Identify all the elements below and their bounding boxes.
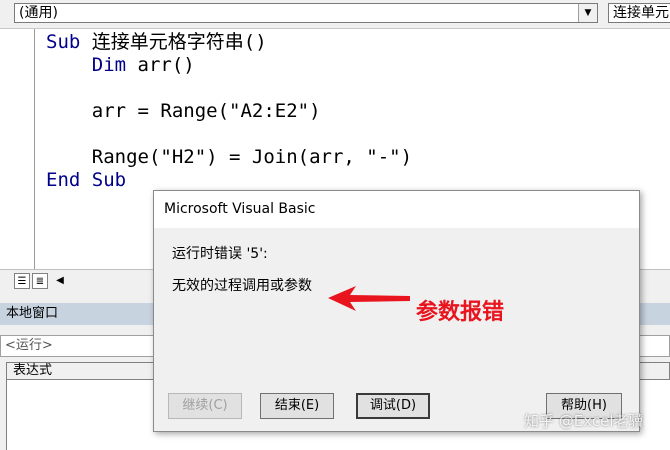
keyword: Sub <box>46 31 81 53</box>
code-window-toolbar: (通用) ▼ 连接单元 <box>0 0 670 29</box>
code-line: 连接单元格字符串() <box>80 31 267 53</box>
annotation-arrow-icon <box>328 286 410 311</box>
end-button[interactable]: 结束(E) <box>260 393 334 419</box>
full-module-view-icon[interactable]: ≣ <box>32 273 48 289</box>
annotation-label: 参数报错 <box>416 300 505 325</box>
object-combo-value: (通用) <box>19 5 58 21</box>
code-line: arr = Range("A2:E2") <box>91 100 321 122</box>
procedure-combo-value: 连接单元 <box>613 5 669 21</box>
procedure-combo[interactable]: 连接单元 <box>608 3 670 23</box>
scroll-left-icon[interactable]: ◀ <box>52 273 68 289</box>
procedure-view-icon[interactable]: ☰ <box>14 273 30 289</box>
code-text[interactable]: Sub 连接单元格字符串() Dim arr() arr = Range("A2… <box>46 31 412 192</box>
debug-button[interactable]: 调试(D) <box>356 393 430 419</box>
dialog-title: Microsoft Visual Basic <box>154 191 639 228</box>
error-code-text: 运行时错误 '5': <box>172 246 268 262</box>
chevron-down-icon[interactable]: ▼ <box>578 4 597 22</box>
code-line: arr() <box>126 54 195 76</box>
object-combo[interactable]: (通用) ▼ <box>14 3 598 23</box>
watermark: 知乎 @Excel老骥 <box>524 412 644 430</box>
code-line: Range("H2") = Join(arr, "-") <box>91 146 413 168</box>
margin-indicator-bar[interactable] <box>0 29 35 269</box>
keyword: End Sub <box>46 169 127 191</box>
error-message-text: 无效的过程调用或参数 <box>172 278 312 294</box>
continue-button[interactable]: 继续(C) <box>168 393 242 419</box>
keyword: Dim <box>91 54 127 76</box>
